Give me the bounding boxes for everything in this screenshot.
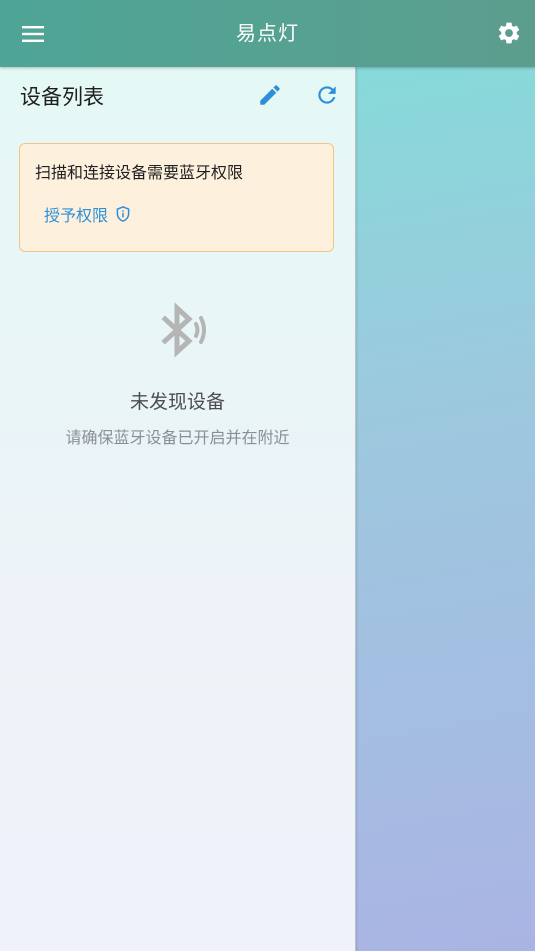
permission-card: 扫描和连接设备需要蓝牙权限 授予权限 [19,143,334,252]
bluetooth-searching-icon [160,302,206,358]
app-bar: 易点灯 [0,0,535,67]
shield-icon [114,205,132,223]
empty-state-title: 未发现设备 [129,391,225,413]
device-list-title: 设备列表 [20,85,104,109]
refresh-button[interactable] [309,77,345,113]
empty-state-subtitle: 请确保蓝牙设备已开启并在附近 [65,428,290,447]
grant-permission-button[interactable]: 授予权限 [36,199,140,229]
pencil-icon [260,85,280,105]
edit-button[interactable] [252,77,288,113]
app-title: 易点灯 [236,21,299,45]
settings-button[interactable] [489,13,529,53]
grant-permission-label: 授予权限 [44,206,109,225]
gear-icon [498,22,520,44]
refresh-icon [318,86,336,104]
device-drawer: 设备列表 扫描和连接设备需要蓝牙权限 授予权限 未发现设备 请确保蓝牙设备已开启… [0,67,356,951]
empty-state: 未发现设备 请确保蓝牙设备已开启并在附近 [0,295,355,448]
permission-message: 扫描和连接设备需要蓝牙权限 [35,163,244,182]
